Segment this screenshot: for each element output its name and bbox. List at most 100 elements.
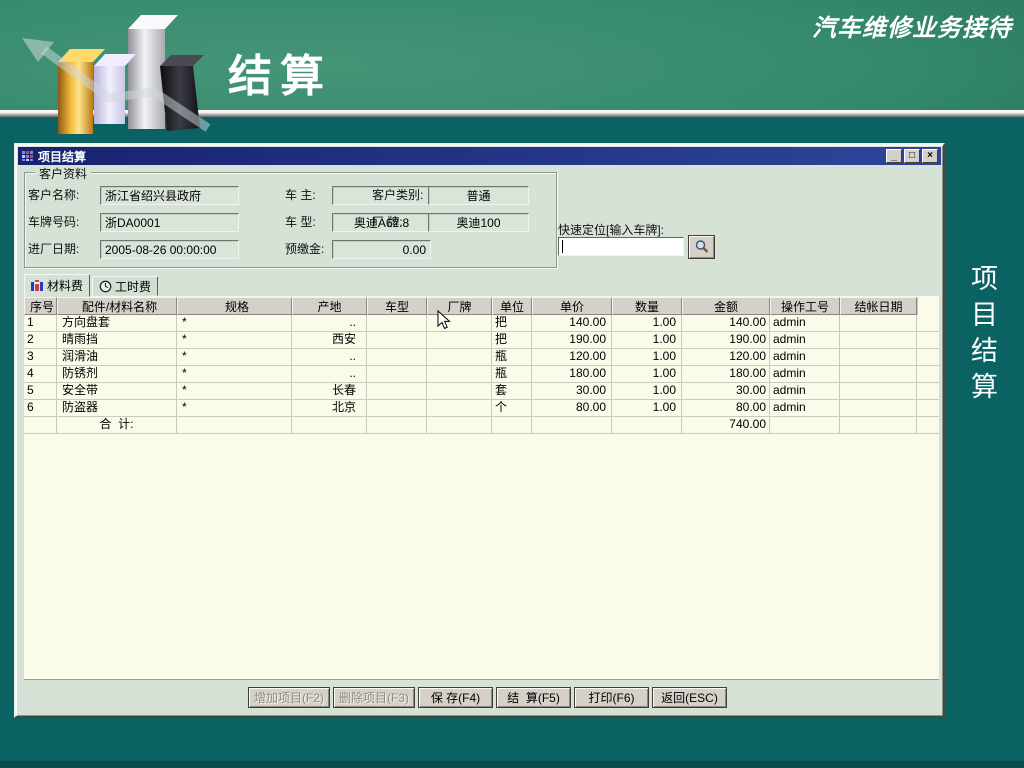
close-button[interactable]: × bbox=[922, 149, 938, 163]
window-title: 项目结算 bbox=[38, 149, 87, 164]
settle-button[interactable]: 结 算(F5) bbox=[496, 687, 571, 708]
customer-group-title: 客户资料 bbox=[35, 165, 92, 182]
tab-material-fee[interactable]: 材料费 bbox=[24, 274, 91, 297]
print-button[interactable]: 打印(F6) bbox=[574, 687, 649, 708]
column-header: 操作工号 bbox=[770, 297, 840, 315]
customer-name-field[interactable]: 浙江省绍兴县政府 bbox=[100, 186, 239, 205]
cell: 80.00 bbox=[532, 400, 612, 417]
cell bbox=[840, 349, 917, 366]
cell: 安全带 bbox=[57, 383, 177, 400]
window-grid-icon bbox=[21, 150, 34, 162]
cell bbox=[840, 366, 917, 383]
cell bbox=[840, 332, 917, 349]
prepaid-label: 预缴金: bbox=[285, 242, 325, 256]
brand-label: 厂 牌: bbox=[372, 215, 403, 229]
return-button[interactable]: 返回(ESC) bbox=[652, 687, 727, 708]
column-header: 单价 bbox=[532, 297, 612, 315]
owner-label: 车 主: bbox=[285, 188, 316, 202]
table-row[interactable]: 1 方向盘套 * .. 把 140.00 1.00 140.00 admin bbox=[24, 315, 939, 332]
cell: 30.00 bbox=[682, 383, 770, 400]
column-header: 单位 bbox=[492, 297, 532, 315]
total-row: 合 计: 740.00 bbox=[24, 417, 939, 434]
quick-locate-input[interactable] bbox=[558, 237, 684, 256]
cell bbox=[427, 400, 492, 417]
clock-icon bbox=[99, 280, 112, 292]
logo-bar-chart-icon bbox=[22, 15, 211, 134]
column-header: 配件/材料名称 bbox=[57, 297, 177, 315]
column-header: 规格 bbox=[177, 297, 292, 315]
cell: admin bbox=[770, 332, 840, 349]
column-header: 结帐日期 bbox=[840, 297, 917, 315]
cell: 190.00 bbox=[682, 332, 770, 349]
cell: 190.00 bbox=[532, 332, 612, 349]
cell: 180.00 bbox=[532, 366, 612, 383]
cell: * bbox=[177, 366, 292, 383]
table-row[interactable]: 5 安全带 * 长春 套 30.00 1.00 30.00 admin bbox=[24, 383, 939, 400]
app-name: 汽车维修业务接待 bbox=[812, 13, 1012, 42]
total-value: 740.00 bbox=[682, 417, 770, 434]
cell: admin bbox=[770, 400, 840, 417]
cell: .. bbox=[292, 349, 367, 366]
table-row[interactable]: 3 润滑油 * .. 瓶 120.00 1.00 120.00 admin bbox=[24, 349, 939, 366]
entry-date-field[interactable]: 2005-08-26 00:00:00 bbox=[100, 240, 239, 259]
cell: 长春 bbox=[292, 383, 367, 400]
page-title: 结算 bbox=[228, 51, 332, 102]
cell bbox=[427, 383, 492, 400]
prepaid-field[interactable]: 0.00 bbox=[332, 240, 431, 259]
side-label: 项目结算 bbox=[966, 264, 997, 408]
column-header: 产地 bbox=[292, 297, 367, 315]
tab-labor-fee-label: 工时费 bbox=[115, 279, 152, 294]
column-header: 序号 bbox=[24, 297, 57, 315]
parts-table: 序号 配件/材料名称 规格 产地 车型 厂牌 单位 单价 数量 金额 操作工号 … bbox=[24, 297, 939, 680]
cell: admin bbox=[770, 315, 840, 332]
minimize-button[interactable]: _ bbox=[886, 149, 902, 163]
cell: * bbox=[177, 383, 292, 400]
cell: * bbox=[177, 315, 292, 332]
cell bbox=[840, 400, 917, 417]
cell: 80.00 bbox=[682, 400, 770, 417]
cell: 30.00 bbox=[532, 383, 612, 400]
settlement-window: 项目结算 _ □ × 客户资料 客户名称: 浙江省绍兴县政府 车 主: 客户类别… bbox=[14, 143, 945, 718]
cell: 瓶 bbox=[492, 366, 532, 383]
table-row[interactable]: 2 晴雨挡 * 西安 把 190.00 1.00 190.00 admin bbox=[24, 332, 939, 349]
cell: 方向盘套 bbox=[57, 315, 177, 332]
brand-field[interactable]: 奥迪100 bbox=[428, 213, 529, 232]
window-titlebar[interactable]: 项目结算 _ □ × bbox=[18, 147, 941, 165]
table-header-row: 序号 配件/材料名称 规格 产地 车型 厂牌 单位 单价 数量 金额 操作工号 … bbox=[24, 297, 939, 315]
delete-item-button[interactable]: 删除项目(F3) bbox=[333, 687, 415, 708]
column-header-filler bbox=[917, 297, 939, 315]
cell: 西安 bbox=[292, 332, 367, 349]
table-row[interactable]: 6 防盗器 * 北京 个 80.00 1.00 80.00 admin bbox=[24, 400, 939, 417]
column-header: 金额 bbox=[682, 297, 770, 315]
search-button[interactable] bbox=[688, 235, 715, 259]
cell: 1.00 bbox=[612, 400, 682, 417]
tab-material-fee-label: 材料费 bbox=[47, 279, 84, 293]
customer-category-field[interactable]: 普通 bbox=[428, 186, 529, 205]
cell: 防锈剂 bbox=[57, 366, 177, 383]
entry-date-label: 进厂日期: bbox=[28, 242, 80, 256]
cell: 瓶 bbox=[492, 349, 532, 366]
cell: 120.00 bbox=[532, 349, 612, 366]
cell bbox=[367, 366, 427, 383]
cell: 1.00 bbox=[612, 366, 682, 383]
cell: 把 bbox=[492, 332, 532, 349]
maximize-button[interactable]: □ bbox=[904, 149, 920, 163]
text-caret bbox=[562, 240, 563, 253]
cell: admin bbox=[770, 383, 840, 400]
cell: * bbox=[177, 349, 292, 366]
save-button[interactable]: 保 存(F4) bbox=[418, 687, 493, 708]
plate-field[interactable]: 浙DA0001 bbox=[100, 213, 239, 232]
tab-labor-fee[interactable]: 工时费 bbox=[92, 276, 159, 296]
table-row[interactable]: 4 防锈剂 * .. 瓶 180.00 1.00 180.00 admin bbox=[24, 366, 939, 383]
cell: 防盗器 bbox=[57, 400, 177, 417]
add-item-button[interactable]: 增加项目(F2) bbox=[248, 687, 330, 708]
cell: 5 bbox=[24, 383, 57, 400]
cell: 1.00 bbox=[612, 349, 682, 366]
cell: 1.00 bbox=[612, 383, 682, 400]
cell bbox=[367, 349, 427, 366]
column-header: 数量 bbox=[612, 297, 682, 315]
cell bbox=[840, 315, 917, 332]
page-header: 结算 汽车维修业务接待 bbox=[0, 0, 1024, 134]
cell bbox=[367, 400, 427, 417]
cell: 把 bbox=[492, 315, 532, 332]
